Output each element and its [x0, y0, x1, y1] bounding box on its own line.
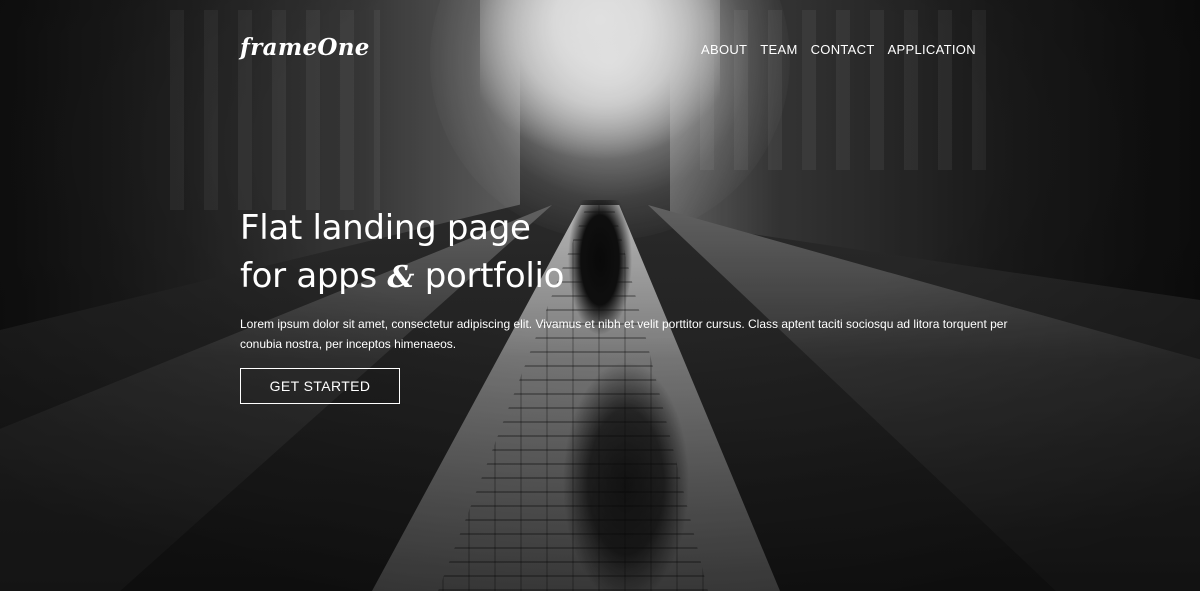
- hero-description: Lorem ipsum dolor sit amet, consectetur …: [240, 317, 1008, 351]
- hero-title-line2-post: portfolio: [414, 256, 565, 296]
- hero-title: Flat landing page for apps & portfolio: [240, 204, 564, 302]
- hero-title-line2: for apps & portfolio: [240, 252, 564, 302]
- navbar: frameOne ABOUT TEAM CONTACT APPLICATION: [0, 0, 1200, 100]
- nav-link-team[interactable]: TEAM: [759, 42, 805, 57]
- get-started-button[interactable]: GET STARTED: [240, 368, 400, 404]
- logo[interactable]: frameOne: [240, 34, 370, 61]
- hero-title-line1: Flat landing page: [240, 208, 531, 248]
- nav-link-contact[interactable]: CONTACT: [810, 42, 883, 57]
- nav-link-about[interactable]: ABOUT: [700, 42, 755, 57]
- nav-link-application[interactable]: APPLICATION: [887, 42, 984, 57]
- nav-menu: ABOUT TEAM CONTACT APPLICATION: [700, 42, 988, 57]
- hero-title-line2-pre: for apps: [240, 256, 388, 296]
- hero-title-ampersand: &: [387, 260, 415, 295]
